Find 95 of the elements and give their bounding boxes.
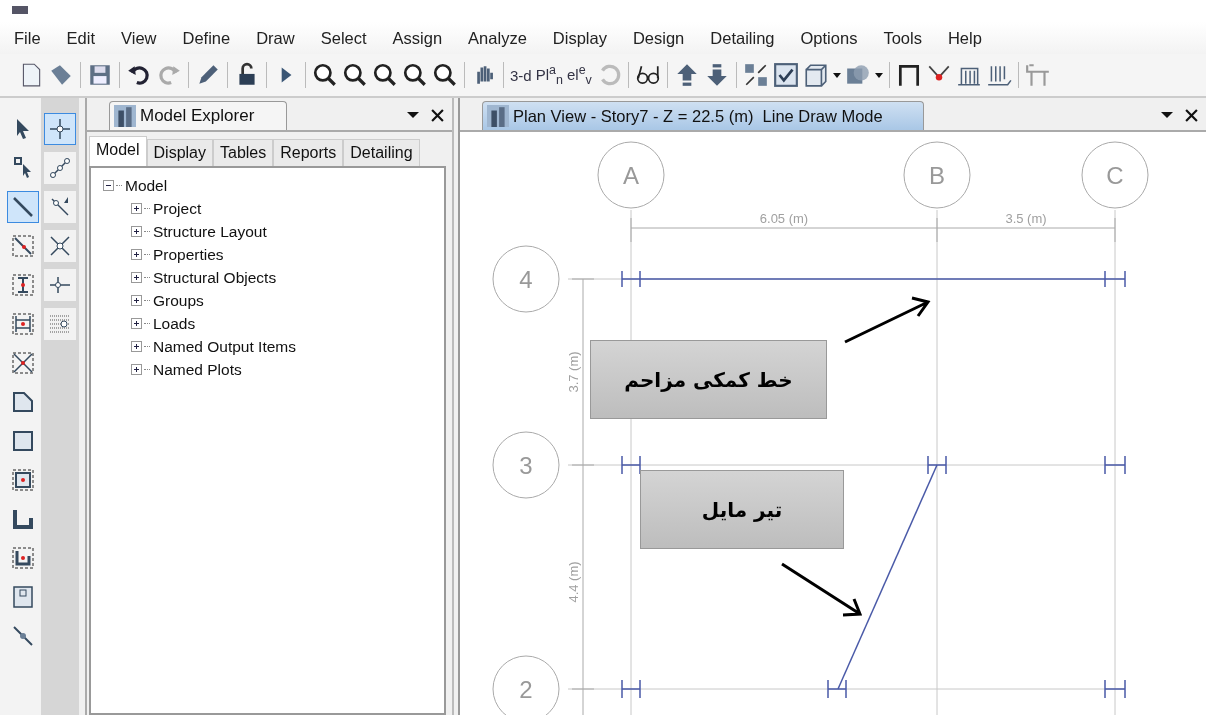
menu-item[interactable]: File	[14, 28, 41, 48]
explorer-tab[interactable]: Model	[88, 136, 147, 166]
collapse-icon[interactable]	[102, 180, 114, 191]
menu-item[interactable]: Display	[552, 28, 607, 48]
zoom-icon[interactable]	[402, 62, 428, 88]
poly-icon	[10, 390, 35, 414]
tree-item[interactable]: Groups	[152, 291, 204, 310]
line-tool-button[interactable]	[6, 191, 39, 223]
chain-snap-button[interactable]	[44, 152, 77, 184]
expand-icon[interactable]	[130, 203, 142, 214]
intersect-icon	[48, 234, 73, 258]
menu-item[interactable]: Options	[800, 28, 858, 48]
link-icon	[10, 624, 35, 648]
beam-icon	[10, 273, 35, 297]
expand-icon[interactable]	[130, 249, 142, 260]
grid-label: B	[929, 162, 945, 189]
grid-bubble	[1081, 141, 1149, 209]
panel-tab[interactable]: Model Explorer	[108, 101, 288, 130]
annotation-callout: خط کمکی مزاحم	[590, 340, 827, 419]
menu-item[interactable]: Draw	[256, 28, 295, 48]
tree-item[interactable]: Structure Layout	[152, 222, 267, 241]
checkbox-icon[interactable]	[772, 62, 799, 88]
braces-icon	[10, 312, 35, 336]
tree-item[interactable]: Named Plots	[152, 360, 242, 379]
close-icon[interactable]	[1185, 109, 1198, 122]
point-icon	[10, 468, 35, 492]
explorer-tab[interactable]: Detailing	[343, 139, 420, 166]
line-icon	[10, 195, 35, 219]
wall-icon	[10, 507, 35, 531]
dashline-icon	[10, 234, 35, 258]
dropdown-caret-icon[interactable]	[407, 112, 419, 118]
box-icon[interactable]	[802, 62, 829, 88]
tree-item[interactable]: Named Output Items	[152, 337, 296, 356]
menu-item[interactable]: Help	[947, 28, 982, 48]
expand-icon[interactable]	[130, 226, 142, 237]
menu-item[interactable]: Define	[182, 28, 231, 48]
caret-icon[interactable]	[874, 72, 883, 78]
zoom-icon[interactable]	[432, 62, 458, 88]
tree-item[interactable]: Model	[124, 176, 168, 195]
opening-icon	[10, 585, 35, 609]
caret-icon[interactable]	[832, 72, 841, 78]
menu-item[interactable]: Design	[632, 28, 685, 48]
gridpoint-icon	[48, 117, 73, 141]
close-icon[interactable]	[431, 109, 444, 122]
tree-item[interactable]: Properties	[152, 245, 224, 264]
menu-item[interactable]: Assign	[392, 28, 443, 48]
menu-item[interactable]: Edit	[66, 28, 96, 48]
cross-icon	[10, 351, 35, 375]
explorer-tab[interactable]: Display	[146, 139, 213, 166]
joint-snap-button[interactable]	[44, 269, 77, 301]
expand-icon[interactable]	[130, 318, 142, 329]
grid-label: 4	[519, 266, 533, 293]
grid-bubble	[597, 141, 665, 209]
grid-label: C	[1106, 162, 1124, 189]
save-icon[interactable]	[87, 62, 113, 88]
zoom-icon[interactable]	[342, 62, 368, 88]
dimension-label: 3.5 (m)	[1005, 211, 1047, 226]
explorer-tab[interactable]: Tables	[213, 139, 274, 166]
grid-bubble	[492, 431, 560, 499]
dimension-label: 3.7 (m)	[566, 351, 581, 393]
grid-bubble	[492, 245, 560, 313]
table-frame-icon[interactable]	[1024, 62, 1051, 88]
rotate-snap-button[interactable]	[44, 191, 77, 223]
grid-bubble	[903, 141, 971, 209]
tree-item[interactable]: Loads	[152, 314, 196, 333]
tree-item[interactable]: Structural Objects	[152, 268, 277, 287]
expand-icon[interactable]	[130, 341, 142, 352]
zoom-icon[interactable]	[372, 62, 398, 88]
expand-icon[interactable]	[130, 272, 142, 283]
rect-icon	[10, 429, 35, 453]
dimension-label: 4.4 (m)	[566, 561, 581, 603]
chain-icon	[48, 156, 73, 180]
grid-label: 2	[519, 676, 533, 703]
expand-icon[interactable]	[130, 364, 142, 375]
zoom-icon[interactable]	[312, 62, 338, 88]
gridpoint-snap-button[interactable]	[44, 113, 77, 145]
menu-item[interactable]: Tools	[883, 28, 922, 48]
menu-item[interactable]: Detailing	[710, 28, 775, 48]
expand-icon[interactable]	[130, 295, 142, 306]
intersect-snap-button[interactable]	[44, 230, 77, 262]
3d-view-button[interactable]: 3-d	[510, 66, 532, 84]
tree-item[interactable]: Project	[152, 199, 202, 218]
menu-item[interactable]: Select	[320, 28, 367, 48]
menu-item[interactable]: View	[121, 28, 157, 48]
view-title: Plan View - Story7 - Z = 22.5 (m) Line Draw Mode	[513, 106, 883, 126]
menu-item[interactable]: Analyze	[468, 28, 527, 48]
dimension-label: 6.05 (m)	[759, 211, 809, 226]
panel-title: Model Explorer	[139, 106, 255, 126]
explorer-tab[interactable]: Reports	[273, 139, 344, 166]
grid-label: 3	[519, 452, 533, 479]
dropdown-caret-icon[interactable]	[1161, 112, 1173, 118]
grid-label: A	[623, 162, 639, 189]
walldash-icon	[10, 546, 35, 570]
view-tab[interactable]: Plan View - Story7 - Z = 22.5 (m) Line Draw Mode	[482, 101, 924, 130]
annotation-callout: تیر مایل	[640, 470, 844, 549]
